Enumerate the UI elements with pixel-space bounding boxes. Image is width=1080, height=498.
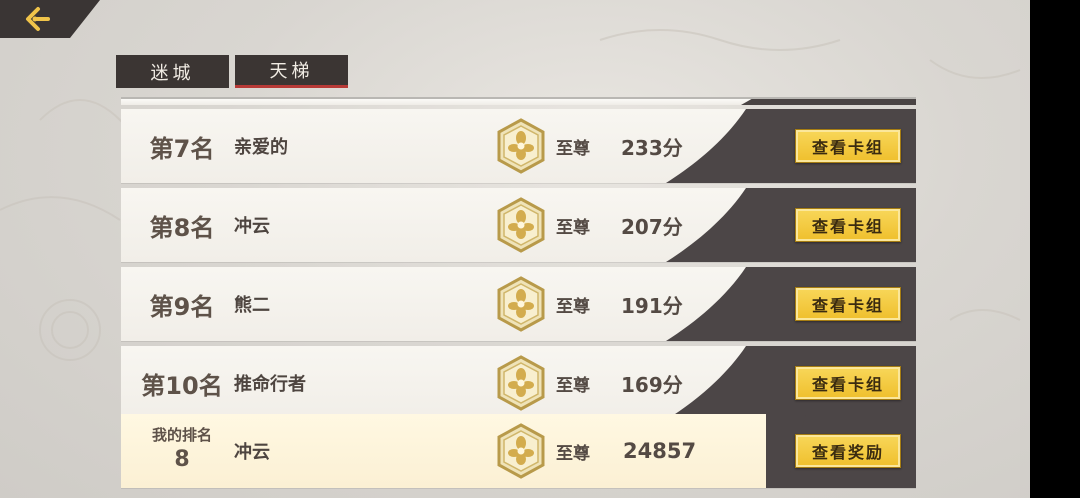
- ranking-row: 第10名 推命行者 至尊 169分 查看卡组: [121, 346, 916, 420]
- view-deck-button[interactable]: 查看卡组: [795, 208, 901, 242]
- player-name: 亲爱的: [234, 137, 288, 158]
- rank-label: 第8名: [149, 213, 215, 242]
- view-deck-button[interactable]: 查看卡组: [795, 366, 901, 400]
- player-name: 冲云: [234, 442, 270, 463]
- player-name: 熊二: [234, 295, 270, 316]
- tier-label: 至尊: [556, 443, 590, 464]
- back-arrow-icon: [26, 7, 50, 31]
- tab-ladder[interactable]: 天梯: [235, 55, 348, 88]
- supreme-tier-badge-icon: [497, 355, 545, 411]
- tier-label: 至尊: [556, 375, 590, 396]
- rank-label: 第10名: [141, 371, 223, 400]
- tier-label: 至尊: [556, 217, 590, 238]
- tier-label: 至尊: [556, 138, 590, 159]
- player-name: 推命行者: [234, 374, 306, 395]
- rank-label: 第7名: [149, 134, 215, 163]
- score-value: 207分: [621, 214, 683, 239]
- rank-label: 第9名: [149, 292, 215, 321]
- tab-maze-city[interactable]: 迷城: [116, 55, 229, 88]
- supreme-tier-badge-icon: [497, 276, 545, 332]
- score-value: 191分: [621, 293, 683, 318]
- my-rank-number: 8: [174, 447, 190, 472]
- view-rewards-button[interactable]: 查看奖励: [795, 434, 901, 468]
- supreme-tier-badge-icon: [497, 118, 545, 174]
- my-rank-block: 我的排名 8: [121, 424, 243, 472]
- my-ranking-row: 我的排名 8 冲云 至尊 24857 查看奖励: [121, 414, 916, 488]
- view-deck-button[interactable]: 查看卡组: [795, 129, 901, 163]
- ranking-row: 第7名 亲爱的 至尊 233分 查看卡组: [121, 109, 916, 183]
- score-value: 24857: [623, 439, 697, 463]
- view-deck-button[interactable]: 查看卡组: [795, 287, 901, 321]
- supreme-tier-badge-icon: [497, 423, 545, 479]
- list-previous-row-edge: [121, 97, 916, 105]
- my-rank-label: 我的排名: [151, 426, 212, 444]
- player-name: 冲云: [234, 216, 270, 237]
- ranking-row: 第9名 熊二 至尊 191分 查看卡组: [121, 267, 916, 341]
- screen-edge-bar: [1030, 0, 1080, 498]
- score-value: 169分: [621, 372, 683, 397]
- ranking-row: 第8名 冲云 至尊 207分 查看卡组: [121, 188, 916, 262]
- score-value: 233分: [621, 135, 683, 160]
- supreme-tier-badge-icon: [497, 197, 545, 253]
- tier-label: 至尊: [556, 296, 590, 317]
